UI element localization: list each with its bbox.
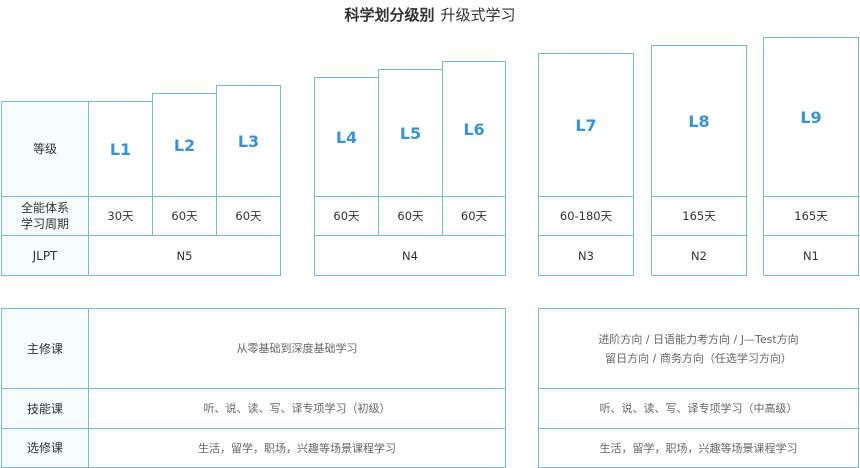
elective-course-basic: 生活，留学，职场，兴趣等场景课程学习 xyxy=(88,428,506,468)
jlpt-n2: N2 xyxy=(651,235,747,276)
title-rest: 升级式学习 xyxy=(440,6,516,24)
level-l6: L6 xyxy=(442,61,506,197)
duration-l2: 60天 xyxy=(152,196,217,236)
skill-course-advanced: 听、说、读、写、译专项学习（中高级） xyxy=(538,388,859,429)
duration-l4: 60天 xyxy=(314,196,379,236)
duration-l7: 60-180天 xyxy=(538,196,634,236)
duration-l5: 60天 xyxy=(378,196,443,236)
level-l4: L4 xyxy=(314,77,379,197)
title-bold: 科学划分级别 xyxy=(344,6,435,24)
duration-l8: 165天 xyxy=(651,196,747,236)
skill-course-basic: 听、说、读、写、译专项学习（初级） xyxy=(88,388,506,429)
major-course-advanced: 进阶方向 / 日语能力考方向 / J—Test方向 留日方向 / 商务方向（任选… xyxy=(538,308,859,389)
duration-l6: 60天 xyxy=(442,196,506,236)
major-course-advanced-line-2: 留日方向 / 商务方向（任选学习方向） xyxy=(605,351,792,365)
level-l2: L2 xyxy=(152,93,217,197)
level-l5: L5 xyxy=(378,69,443,197)
course-label-skill: 技能课 xyxy=(1,388,89,429)
duration-l3: 60天 xyxy=(216,196,281,236)
row-label-jlpt: JLPT xyxy=(1,235,89,276)
duration-l9: 165天 xyxy=(763,196,859,236)
duration-l1: 30天 xyxy=(88,196,153,236)
jlpt-n5: N5 xyxy=(88,235,281,276)
row-label-cycle: 全能体系 学习周期 xyxy=(1,196,89,236)
row-label-level: 等级 xyxy=(1,101,89,197)
jlpt-n1: N1 xyxy=(763,235,859,276)
major-course-advanced-line-1: 进阶方向 / 日语能力考方向 / J—Test方向 xyxy=(598,332,799,346)
course-label-major: 主修课 xyxy=(1,308,89,389)
level-l8: L8 xyxy=(651,45,747,197)
page-title: 科学划分级别 升级式学习 xyxy=(0,4,860,25)
level-l1: L1 xyxy=(88,101,153,197)
major-course-basic: 从零基础到深度基础学习 xyxy=(88,308,506,389)
level-l9: L9 xyxy=(763,37,859,197)
course-label-elective: 选修课 xyxy=(1,428,89,468)
level-l3: L3 xyxy=(216,85,281,197)
jlpt-n3: N3 xyxy=(538,235,634,276)
level-l7: L7 xyxy=(538,53,634,197)
elective-course-advanced: 生活，留学，职场，兴趣等场景课程学习 xyxy=(538,428,859,468)
jlpt-n4: N4 xyxy=(314,235,506,276)
